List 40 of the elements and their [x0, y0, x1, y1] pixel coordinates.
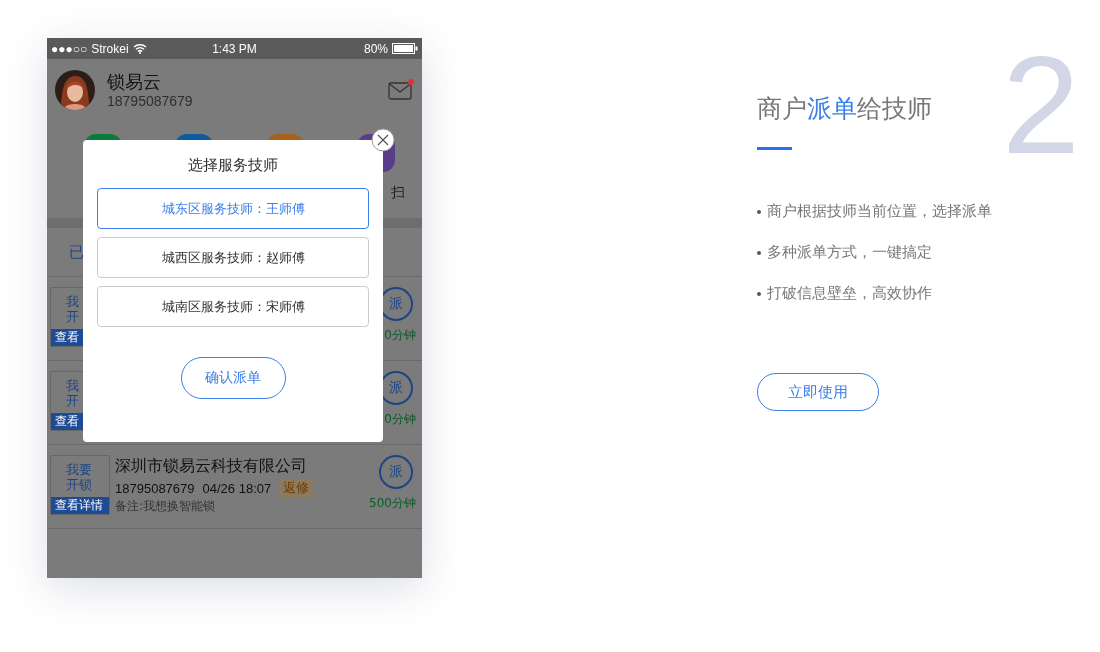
feature-point: 多种派单方式，一键搞定: [767, 243, 932, 262]
details-button[interactable]: 查看详情: [51, 497, 109, 514]
unlock-label: 我: [66, 293, 80, 309]
bullet-icon: [757, 250, 761, 255]
use-now-button[interactable]: 立即使用: [757, 373, 879, 411]
feature-point: 商户根据技师当前位置，选择派单: [767, 202, 992, 221]
order-time: 04/26 18:07: [202, 480, 272, 496]
order-note: 备注:我想换智能锁: [115, 498, 217, 515]
unlock-label: 我要: [66, 461, 93, 477]
feature-point: 打破信息壁垒，高效协作: [767, 284, 932, 303]
repair-tag: 返修: [279, 479, 314, 497]
technician-option[interactable]: 城西区服务技师：赵师傅: [97, 237, 369, 278]
wifi-icon: [132, 43, 147, 54]
carrier-name: Strokei: [91, 41, 129, 56]
user-name: 锁易云: [107, 70, 162, 93]
shortcut-label: 扫: [391, 184, 406, 202]
bullet-icon: [757, 291, 761, 296]
technician-option[interactable]: 城东区服务技师：王师傅: [97, 188, 369, 229]
dialog-title: 选择服务技师: [188, 156, 278, 175]
duration-text: 500分钟: [369, 495, 416, 512]
status-time: 1:43 PM: [212, 41, 257, 56]
unlock-label: 我: [66, 377, 80, 393]
signal-dots: ●●●○○: [51, 41, 88, 56]
mail-icon[interactable]: [388, 78, 414, 101]
battery-icon: [392, 43, 418, 54]
duration-text: 0分钟: [384, 411, 416, 428]
duration-text: 0分钟: [384, 327, 416, 344]
order-phone: 18795087679: [115, 480, 195, 496]
feature-title: 商户派单给技师: [757, 93, 933, 125]
close-icon[interactable]: [371, 128, 395, 152]
user-phone: 18795087679: [107, 92, 194, 109]
unlock-card[interactable]: 我要 开锁 查看详情: [50, 455, 110, 515]
confirm-button[interactable]: 确认派单: [180, 357, 286, 399]
company-name: 深圳市锁易云科技有限公司: [115, 455, 308, 477]
bullet-icon: [757, 209, 761, 214]
unlock-label: 开: [66, 392, 80, 408]
battery-percent: 80%: [363, 41, 388, 56]
unlock-label: 开锁: [66, 476, 93, 492]
technician-option[interactable]: 城南区服务技师：宋师傅: [97, 286, 369, 327]
unlock-label: 开: [66, 308, 80, 324]
